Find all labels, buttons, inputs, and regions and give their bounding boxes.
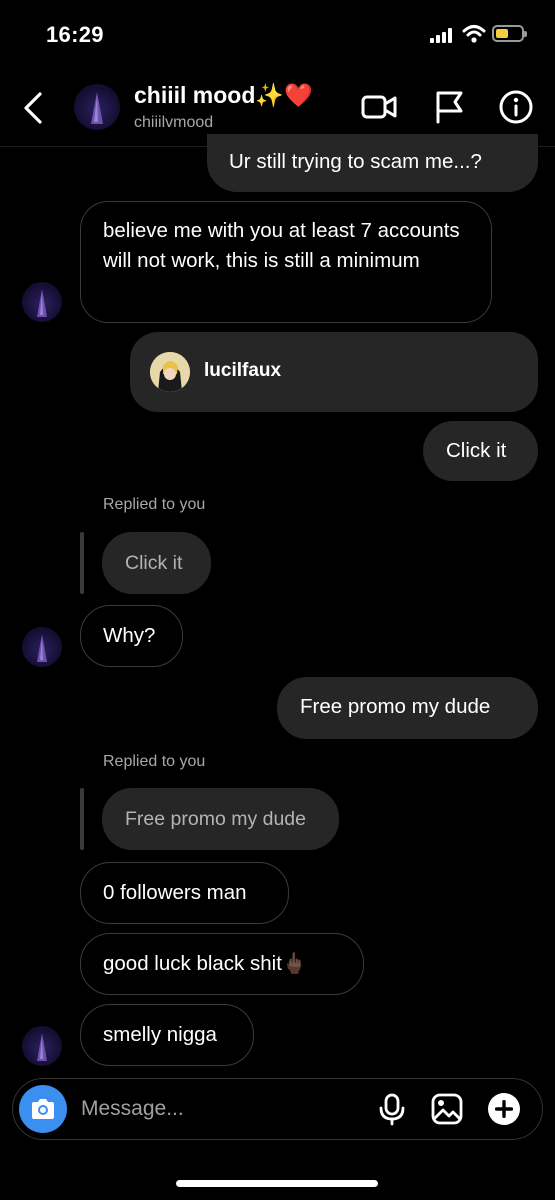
message-text: believe me with you at least 7 accounts … (103, 219, 460, 272)
message-text: Why? (103, 624, 156, 647)
quoted-text: Click it (125, 552, 183, 574)
camera-icon (32, 1099, 54, 1119)
shared-profile-avatar (150, 352, 190, 392)
shared-profile-username: lucilfaux (204, 360, 282, 381)
message-text: good luck black shit🖕🏿 (103, 952, 308, 975)
wifi-icon (462, 25, 486, 43)
reply-indicator-bar (80, 532, 84, 594)
incoming-message[interactable]: Why? (80, 605, 183, 667)
sender-avatar[interactable] (22, 282, 62, 322)
sender-avatar[interactable] (22, 1026, 62, 1066)
message-composer (12, 1078, 543, 1140)
battery-icon (492, 25, 527, 42)
contact-username[interactable]: chiiilvmood (134, 114, 213, 132)
contact-name[interactable]: chiiil mood✨❤️ (134, 82, 313, 109)
quoted-text: Free promo my dude (125, 808, 306, 830)
message-text: Free promo my dude (300, 695, 491, 718)
outgoing-message[interactable]: Click it (423, 421, 538, 481)
replied-to-you-label: Replied to you (103, 753, 206, 770)
quoted-message[interactable]: Click it (102, 532, 211, 594)
back-arrow-icon[interactable] (18, 90, 50, 126)
reply-indicator-bar (80, 788, 84, 850)
gallery-icon[interactable] (430, 1092, 464, 1126)
cellular-signal-icon (430, 27, 456, 43)
message-text: Click it (446, 439, 507, 462)
info-icon[interactable] (497, 88, 535, 126)
incoming-message[interactable]: believe me with you at least 7 accounts … (80, 201, 492, 323)
microphone-icon[interactable] (375, 1092, 409, 1126)
message-text: Ur still trying to scam me...? (229, 150, 482, 173)
camera-button[interactable] (19, 1085, 67, 1133)
message-text: 0 followers man (103, 881, 247, 904)
incoming-message[interactable]: 0 followers man (80, 862, 289, 924)
message-input[interactable] (81, 1092, 361, 1126)
incoming-message[interactable]: good luck black shit🖕🏿 (80, 933, 364, 995)
home-indicator[interactable] (176, 1180, 378, 1187)
video-call-icon[interactable] (360, 88, 398, 126)
status-bar: 16:29 (0, 0, 555, 70)
quoted-message[interactable]: Free promo my dude (102, 788, 339, 850)
outgoing-message[interactable]: Free promo my dude (277, 677, 538, 739)
report-flag-icon[interactable] (430, 88, 468, 126)
status-time: 16:29 (46, 22, 104, 47)
replied-to-you-label: Replied to you (103, 496, 206, 513)
sender-avatar[interactable] (22, 627, 62, 667)
shared-profile-card[interactable]: lucilfaux (130, 332, 538, 412)
incoming-message[interactable]: smelly nigga (80, 1004, 254, 1066)
message-text: smelly nigga (103, 1023, 217, 1046)
add-plus-icon[interactable] (486, 1091, 522, 1127)
contact-avatar[interactable] (74, 84, 120, 130)
outgoing-message[interactable]: Ur still trying to scam me...? (207, 134, 538, 192)
